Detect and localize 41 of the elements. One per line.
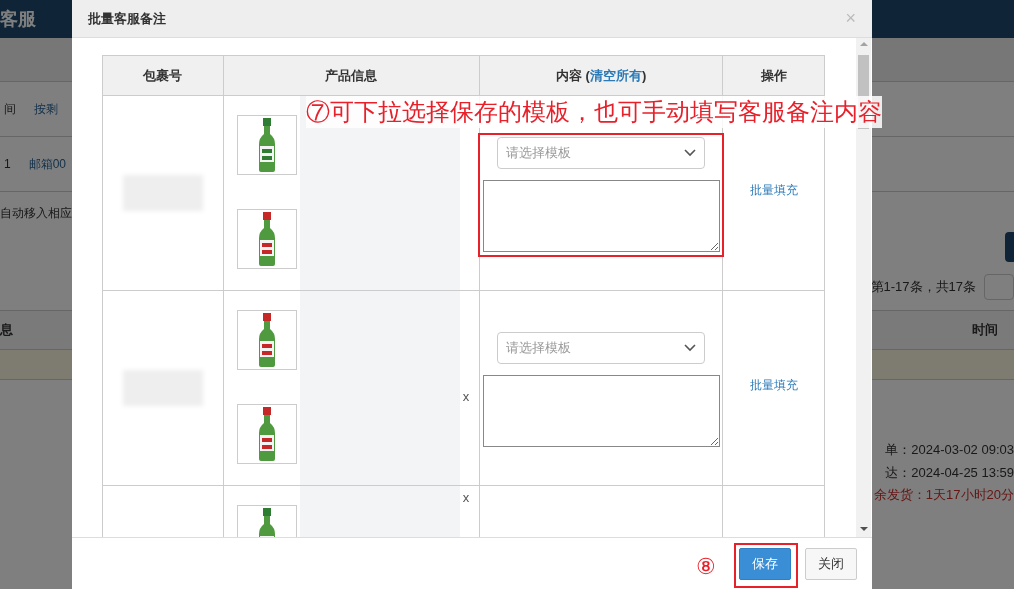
action-button[interactable] — [1005, 232, 1014, 262]
highlight-frame — [734, 543, 798, 588]
template-select[interactable]: 请选择模板 — [497, 332, 706, 364]
tab-link[interactable]: 邮箱00 — [28, 155, 67, 173]
bottle-icon — [257, 212, 276, 266]
row-label: 间 — [4, 101, 16, 118]
page-size-field[interactable] — [984, 274, 1014, 300]
time-text: 达：2024-04-25 13:59 — [885, 463, 1014, 482]
template-select[interactable]: 请选择模板 — [497, 137, 706, 169]
column-header: 包裹号 — [143, 66, 183, 85]
column-header: 操作 — [760, 66, 787, 85]
column-header: 产品信息 — [325, 66, 378, 85]
row-label: 1 — [4, 156, 11, 173]
bottle-icon — [257, 313, 276, 367]
time-text: 单：2024-03-02 09:03 — [885, 441, 1014, 459]
chevron-down-icon — [684, 149, 697, 157]
page-title: 客服 — [0, 7, 36, 31]
bottle-icon — [257, 407, 276, 461]
save-button[interactable]: 保存 — [739, 547, 791, 580]
close-button[interactable]: 关闭 — [805, 547, 857, 580]
tab-link[interactable]: 按剩 — [34, 100, 58, 118]
column-header: 内容 (清空所有) — [555, 66, 647, 85]
annotation-text: ⑦可下拉选择保存的模板，也可手动填写客服备注内容 — [306, 96, 882, 128]
bottle-icon — [257, 118, 276, 172]
time-text: 余发货：1天17小时20分 — [873, 486, 1014, 504]
column-header: 息 — [0, 321, 13, 340]
product-text: x — [462, 491, 470, 505]
product-text: x — [462, 390, 470, 404]
note-textarea[interactable] — [482, 375, 720, 447]
clear-all-link[interactable]: 清空所有 — [589, 67, 642, 83]
batch-fill-link[interactable]: 批量填充 — [749, 181, 798, 199]
pagination-text: 第1-17条，共17条 — [870, 278, 976, 297]
scroll-up-icon[interactable] — [859, 42, 868, 46]
chevron-down-icon — [684, 344, 697, 352]
scroll-down-icon[interactable] — [859, 527, 868, 531]
note-textarea[interactable] — [482, 180, 720, 252]
annotation-number: ⑧ — [696, 553, 716, 581]
column-header: 时间 — [972, 321, 998, 340]
notice-text: 自动移入相应 — [0, 205, 72, 222]
dialog-title: 批量客服备注 — [88, 9, 166, 28]
batch-fill-link[interactable]: 批量填充 — [749, 376, 798, 394]
